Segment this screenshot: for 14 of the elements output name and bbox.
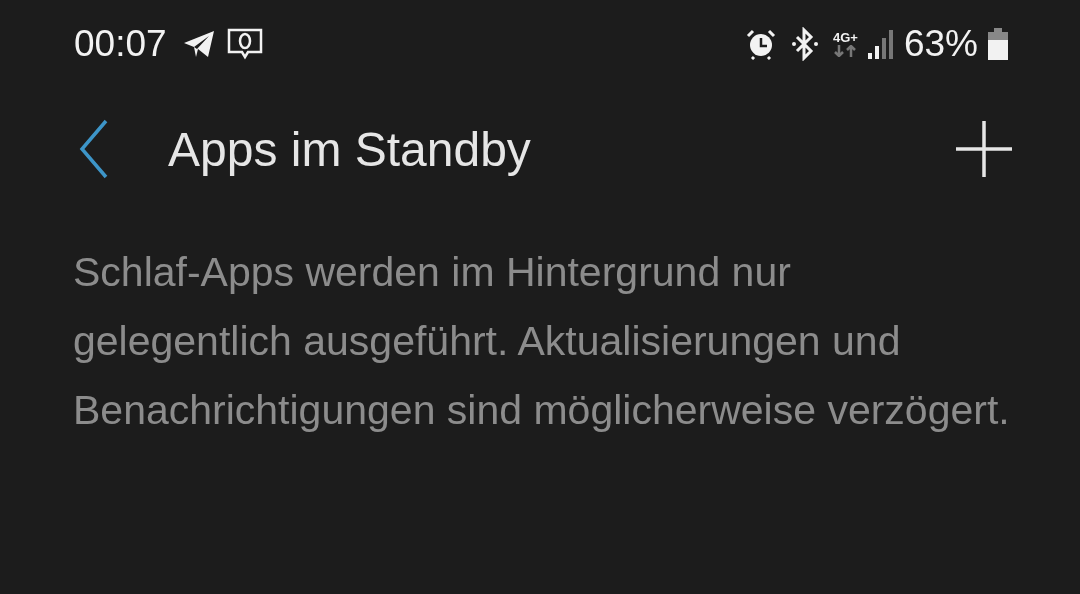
add-button[interactable]	[956, 121, 1012, 177]
data-arrows-icon	[833, 45, 858, 57]
description-text: Schlaf-Apps werden im Hintergrund nur gelegentlich ausgeführt. Aktualisierungen und Benachrichtigungen sind möglicherweise verzögert.	[73, 248, 1011, 435]
paper-plane-icon	[182, 30, 215, 58]
back-button[interactable]	[78, 119, 110, 179]
signal-icon	[867, 29, 894, 59]
page-title: Apps im Standby	[168, 121, 532, 177]
network-type: 4G+	[833, 31, 858, 45]
battery-percent: 63%	[903, 23, 978, 65]
status-time: 00:07	[74, 23, 167, 65]
message-icon	[226, 28, 263, 60]
bluetooth-icon	[791, 27, 819, 61]
battery-icon	[988, 28, 1008, 60]
alarm-clock-icon	[745, 28, 777, 60]
